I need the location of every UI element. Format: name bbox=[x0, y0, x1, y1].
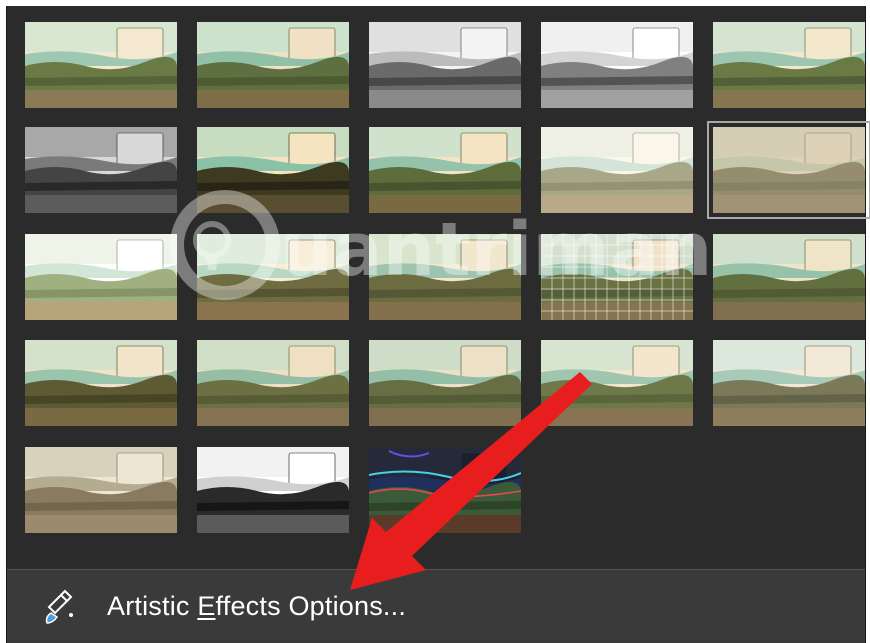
effect-thumbnail-marker[interactable] bbox=[197, 22, 349, 108]
effect-thumbnail-chalk-sketch[interactable] bbox=[25, 127, 177, 213]
effect-thumbnail-blur[interactable] bbox=[707, 121, 870, 219]
artistic-effects-gallery-panel: Artistic Effects Options... bbox=[6, 6, 870, 643]
effect-thumbnail-paint-strokes[interactable] bbox=[197, 127, 349, 213]
effect-thumbnail-plastic-wrap[interactable] bbox=[713, 340, 865, 426]
effect-thumbnail-none[interactable] bbox=[25, 22, 177, 108]
effect-thumbnail-pastels-smooth[interactable] bbox=[541, 340, 693, 426]
effect-thumbnail-texturizer[interactable] bbox=[197, 340, 349, 426]
effect-thumbnail-mosaic-bubbles[interactable] bbox=[541, 234, 693, 320]
effect-thumbnail-light-screen[interactable] bbox=[25, 234, 177, 320]
effects-grid bbox=[7, 6, 870, 566]
effect-thumbnail-cutout[interactable] bbox=[25, 447, 177, 533]
effect-thumbnail-cement[interactable] bbox=[25, 340, 177, 426]
artistic-effects-options-label: Artistic Effects Options... bbox=[107, 591, 407, 621]
effect-thumbnail-glow-diffused[interactable] bbox=[541, 127, 693, 213]
effect-thumbnail-paint-brush[interactable] bbox=[369, 127, 521, 213]
effect-thumbnail-crisscross-etching[interactable] bbox=[369, 340, 521, 426]
effect-thumbnail-glass[interactable] bbox=[713, 234, 865, 320]
effect-thumbnail-film-grain[interactable] bbox=[369, 234, 521, 320]
effect-thumbnail-line-drawing[interactable] bbox=[713, 22, 865, 108]
effect-thumbnail-watercolor-sponge[interactable] bbox=[197, 234, 349, 320]
effect-thumbnail-pencil-sketch[interactable] bbox=[541, 22, 693, 108]
paint-brush-options-icon bbox=[41, 587, 81, 627]
effect-thumbnail-pencil-grayscale[interactable] bbox=[369, 22, 521, 108]
artistic-effects-options-button[interactable]: Artistic Effects Options... bbox=[7, 570, 865, 643]
effect-thumbnail-glow-edges[interactable] bbox=[369, 447, 521, 533]
effect-thumbnail-photocopy[interactable] bbox=[197, 447, 349, 533]
